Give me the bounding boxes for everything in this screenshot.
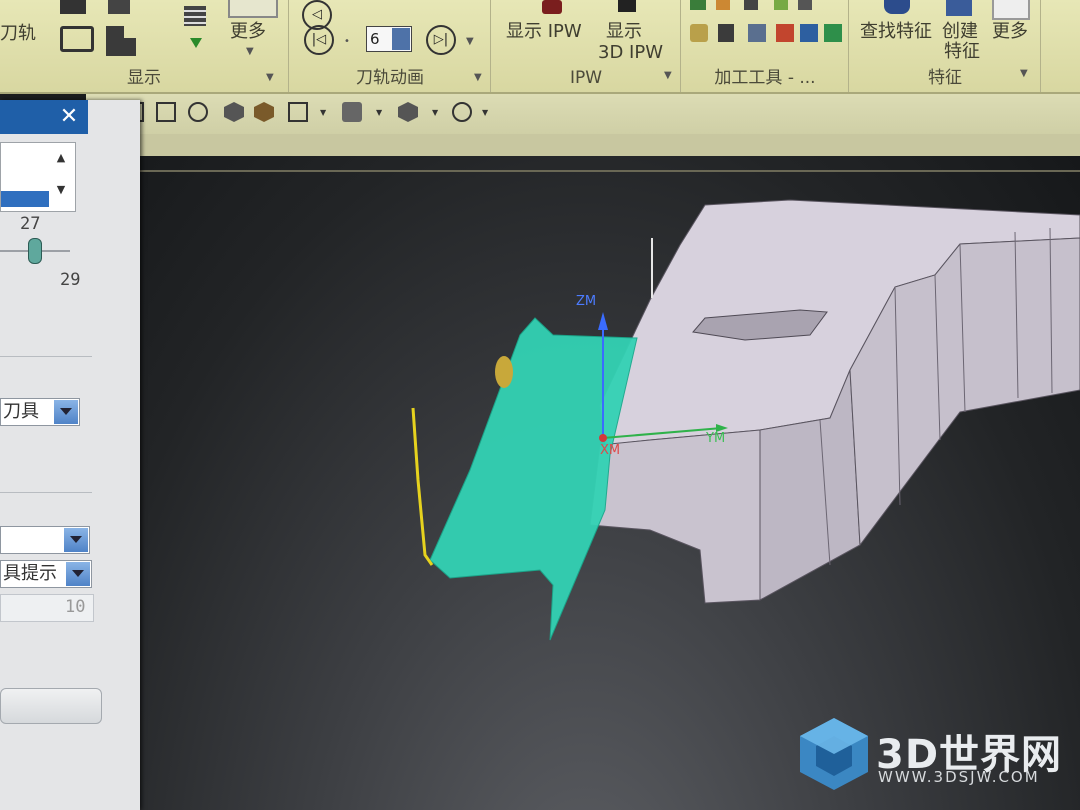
create-feature-line2[interactable]: 特征 — [944, 42, 980, 62]
count-field[interactable]: 10 — [0, 594, 94, 622]
ribbon-group-features: 查找特征 创建 特征 更多 ▼ 特征 — [850, 0, 1041, 92]
pan-icon[interactable] — [156, 102, 176, 122]
shaded-view-icon[interactable] — [224, 102, 244, 122]
tool-display-combo-value: 刀具 — [3, 401, 39, 422]
listbox-scroll-up-icon[interactable]: ▲ — [51, 151, 71, 164]
machining-tool-icon-1[interactable] — [690, 0, 706, 10]
section-divider-1 — [0, 356, 92, 357]
mcs-ym-label: YM — [706, 431, 726, 446]
show-ipw-button[interactable]: 显示 IPW — [506, 22, 582, 42]
create-feature-icon[interactable] — [946, 0, 972, 16]
animation-speed-input[interactable]: 6 — [366, 26, 412, 52]
toolpath-listbox[interactable]: ▲ ▼ — [0, 142, 76, 212]
fit-view-icon[interactable] — [288, 102, 308, 122]
ipw-cut-region — [429, 317, 638, 641]
animation-group-label: 刀轨动画 — [356, 68, 424, 88]
slider-max-value: 29 — [60, 270, 81, 290]
display-group-label: 显示 — [127, 68, 161, 88]
watermark-cube-logo — [800, 718, 868, 790]
show-3d-ipw-line2[interactable]: 3D IPW — [598, 43, 663, 63]
display-icon-top — [60, 0, 86, 14]
ipw-group-label: IPW — [569, 68, 603, 88]
watermark-url: WWW.3DSJW.COM — [878, 768, 1040, 786]
listbox-selection — [1, 191, 49, 207]
stack-icon[interactable] — [184, 6, 206, 26]
speed-dropdown-icon[interactable] — [392, 28, 410, 50]
display-icon-top2 — [108, 0, 130, 14]
step-backward-dropdown[interactable]: • — [344, 36, 350, 47]
machining-tools-group-label: 加工工具 - ... — [714, 68, 816, 88]
close-icon[interactable]: ✕ — [56, 104, 82, 130]
machining-tool-icon-10[interactable] — [800, 24, 818, 42]
ribbon-bar: 刀轨 更多 ▼ ▼ 显示 ◁ |◁ • 6 ▷| ▼ ▼ 刀轨动画 显示 IPW… — [0, 0, 1080, 94]
machining-tool-icon-9[interactable] — [776, 24, 794, 42]
tool-hint-dropdown-icon[interactable] — [66, 562, 90, 586]
machining-tool-icon-2[interactable] — [716, 0, 730, 10]
render-style-icon[interactable] — [398, 102, 418, 122]
workpiece — [589, 199, 1080, 604]
ribbon-group-animation: ◁ |◁ • 6 ▷| ▼ ▼ 刀轨动画 — [290, 0, 491, 92]
tool-hint-combo-value: 具提示 — [3, 563, 57, 584]
ribbon-group-machining-tools: 加工工具 - ... — [682, 0, 849, 92]
machining-tool-icon-8[interactable] — [748, 24, 766, 42]
step-forward-icon[interactable]: ▷| — [426, 25, 456, 55]
features-more-button[interactable]: 更多 — [992, 22, 1028, 42]
features-more-icon[interactable] — [992, 0, 1030, 20]
rotate-icon[interactable] — [188, 102, 208, 122]
machining-tool-icon-4[interactable] — [774, 0, 788, 10]
step-forward-dropdown[interactable]: ▼ — [466, 36, 474, 47]
ribbon-group-display: 刀轨 更多 ▼ ▼ 显示 — [0, 0, 289, 92]
shaded-edges-icon[interactable] — [254, 102, 274, 122]
dialog-action-button[interactable] — [0, 688, 102, 724]
ipw-3d-icon[interactable] — [618, 0, 636, 12]
listbox-scroll-down-icon[interactable]: ▼ — [51, 183, 71, 196]
mcs-zm-label: ZM — [576, 294, 597, 309]
toolpath-visualization-dialog: ✕ ▲ ▼ 27 29 刀具 具提示 10 — [0, 100, 140, 810]
mcs-xm-label: XM — [600, 443, 621, 458]
tool-display-dropdown-icon[interactable] — [54, 400, 78, 424]
ipw-icon[interactable] — [542, 0, 562, 14]
fit-view-dropdown[interactable]: ▼ — [320, 108, 326, 117]
dialog-title-bar: ✕ — [0, 100, 88, 134]
section-divider-2 — [0, 492, 92, 493]
toolpath-edit-icon[interactable] — [60, 26, 94, 52]
display-more-button[interactable]: 更多 — [230, 22, 266, 42]
animation-speed-value: 6 — [370, 30, 380, 48]
orient-view-dropdown[interactable]: ▼ — [376, 108, 382, 117]
find-feature-icon[interactable] — [884, 0, 910, 14]
step-backward-icon[interactable]: |◁ — [304, 25, 334, 55]
render-style-dropdown[interactable]: ▼ — [432, 108, 438, 117]
find-feature-button[interactable]: 查找特征 — [860, 22, 932, 42]
animation-slider-knob[interactable] — [28, 238, 42, 264]
more-display-icon[interactable] — [228, 0, 278, 18]
mcs-origin — [599, 434, 607, 442]
orient-view-icon[interactable] — [342, 102, 362, 122]
machining-tool-icon-11[interactable] — [824, 24, 842, 42]
features-group-label: 特征 — [928, 68, 962, 88]
toolbar-strip — [86, 134, 1080, 156]
display-more-arrow[interactable]: ▼ — [246, 46, 254, 57]
toolpath-button[interactable]: 刀轨 — [0, 24, 36, 44]
display-option-combo[interactable] — [0, 526, 90, 554]
machining-tool-icon-6[interactable] — [690, 24, 708, 42]
toolpath-list-icon[interactable] — [106, 26, 136, 56]
tool-hint-combo[interactable]: 具提示 — [0, 560, 92, 588]
machining-tool-icon-3[interactable] — [744, 0, 758, 10]
machining-tool-icon-5[interactable] — [798, 0, 812, 10]
display-option-dropdown-icon[interactable] — [64, 528, 88, 552]
toolpath-line — [411, 407, 434, 566]
section-view-icon[interactable] — [452, 102, 472, 122]
count-field-value: 10 — [65, 597, 86, 617]
tool-holder — [495, 356, 513, 388]
create-feature-line1[interactable]: 创建 — [942, 22, 978, 42]
machining-tool-icon-7[interactable] — [718, 24, 734, 42]
section-view-dropdown[interactable]: ▼ — [482, 108, 488, 117]
ribbon-group-ipw: 显示 IPW 显示 3D IPW ▼ IPW — [492, 0, 681, 92]
show-3d-ipw-line1[interactable]: 显示 — [606, 22, 642, 42]
tool-display-combo[interactable]: 刀具 — [0, 398, 80, 426]
slider-current-value: 27 — [20, 214, 41, 234]
view-toolbar: ▼ ▼ ▼ ▼ — [86, 94, 1080, 134]
green-down-arrow-icon[interactable] — [190, 38, 202, 48]
